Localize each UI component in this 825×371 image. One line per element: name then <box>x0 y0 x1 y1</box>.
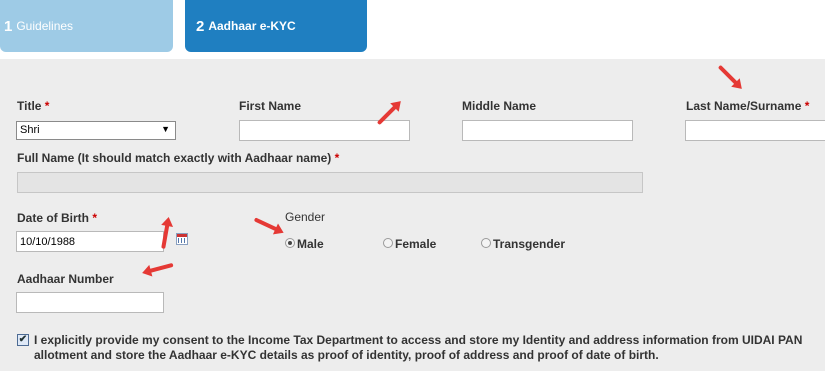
full-name-label: Full Name (It should match exactly with … <box>17 151 340 165</box>
last-name-label: Last Name/Surname * <box>686 99 810 113</box>
title-selected-value: Shri <box>20 124 40 136</box>
title-label: Title * <box>17 99 50 113</box>
dob-input[interactable] <box>16 231 164 252</box>
tab-aadhaar-ekyc[interactable]: 2 Aadhaar e-KYC <box>185 0 367 52</box>
last-name-input[interactable] <box>685 120 825 141</box>
checkbox-checked-icon: ✔ <box>18 334 28 345</box>
tab-label: Guidelines <box>16 19 74 33</box>
gender-transgender-radio[interactable] <box>481 238 491 248</box>
title-select[interactable]: Shri ▼ <box>16 121 176 140</box>
full-name-input <box>17 172 643 193</box>
dropdown-caret-icon: ▼ <box>161 124 170 134</box>
tab-guidelines[interactable]: 1 Guidelines <box>0 0 173 52</box>
gender-male-label[interactable]: Male <box>297 237 324 251</box>
dob-label: Date of Birth * <box>17 211 98 225</box>
gender-transgender-label[interactable]: Transgender <box>493 237 565 251</box>
first-name-input[interactable] <box>239 120 410 141</box>
gender-female-radio[interactable] <box>383 238 393 248</box>
tab-number: 1 <box>4 17 13 35</box>
tab-number: 2 <box>196 17 205 35</box>
gender-label: Gender <box>285 210 326 224</box>
middle-name-label: Middle Name <box>462 99 537 113</box>
aadhaar-number-label: Aadhaar Number <box>17 272 114 286</box>
consent-checkbox[interactable]: ✔ <box>17 334 29 346</box>
aadhaar-number-input[interactable] <box>16 292 164 313</box>
middle-name-input[interactable] <box>462 120 633 141</box>
gender-male-radio[interactable] <box>285 238 295 248</box>
gender-female-label[interactable]: Female <box>395 237 436 251</box>
consent-text: I explicitly provide my consent to the I… <box>34 333 803 362</box>
calendar-icon[interactable] <box>176 233 188 245</box>
tab-label: Aadhaar e-KYC <box>208 19 296 33</box>
first-name-label: First Name <box>239 99 302 113</box>
